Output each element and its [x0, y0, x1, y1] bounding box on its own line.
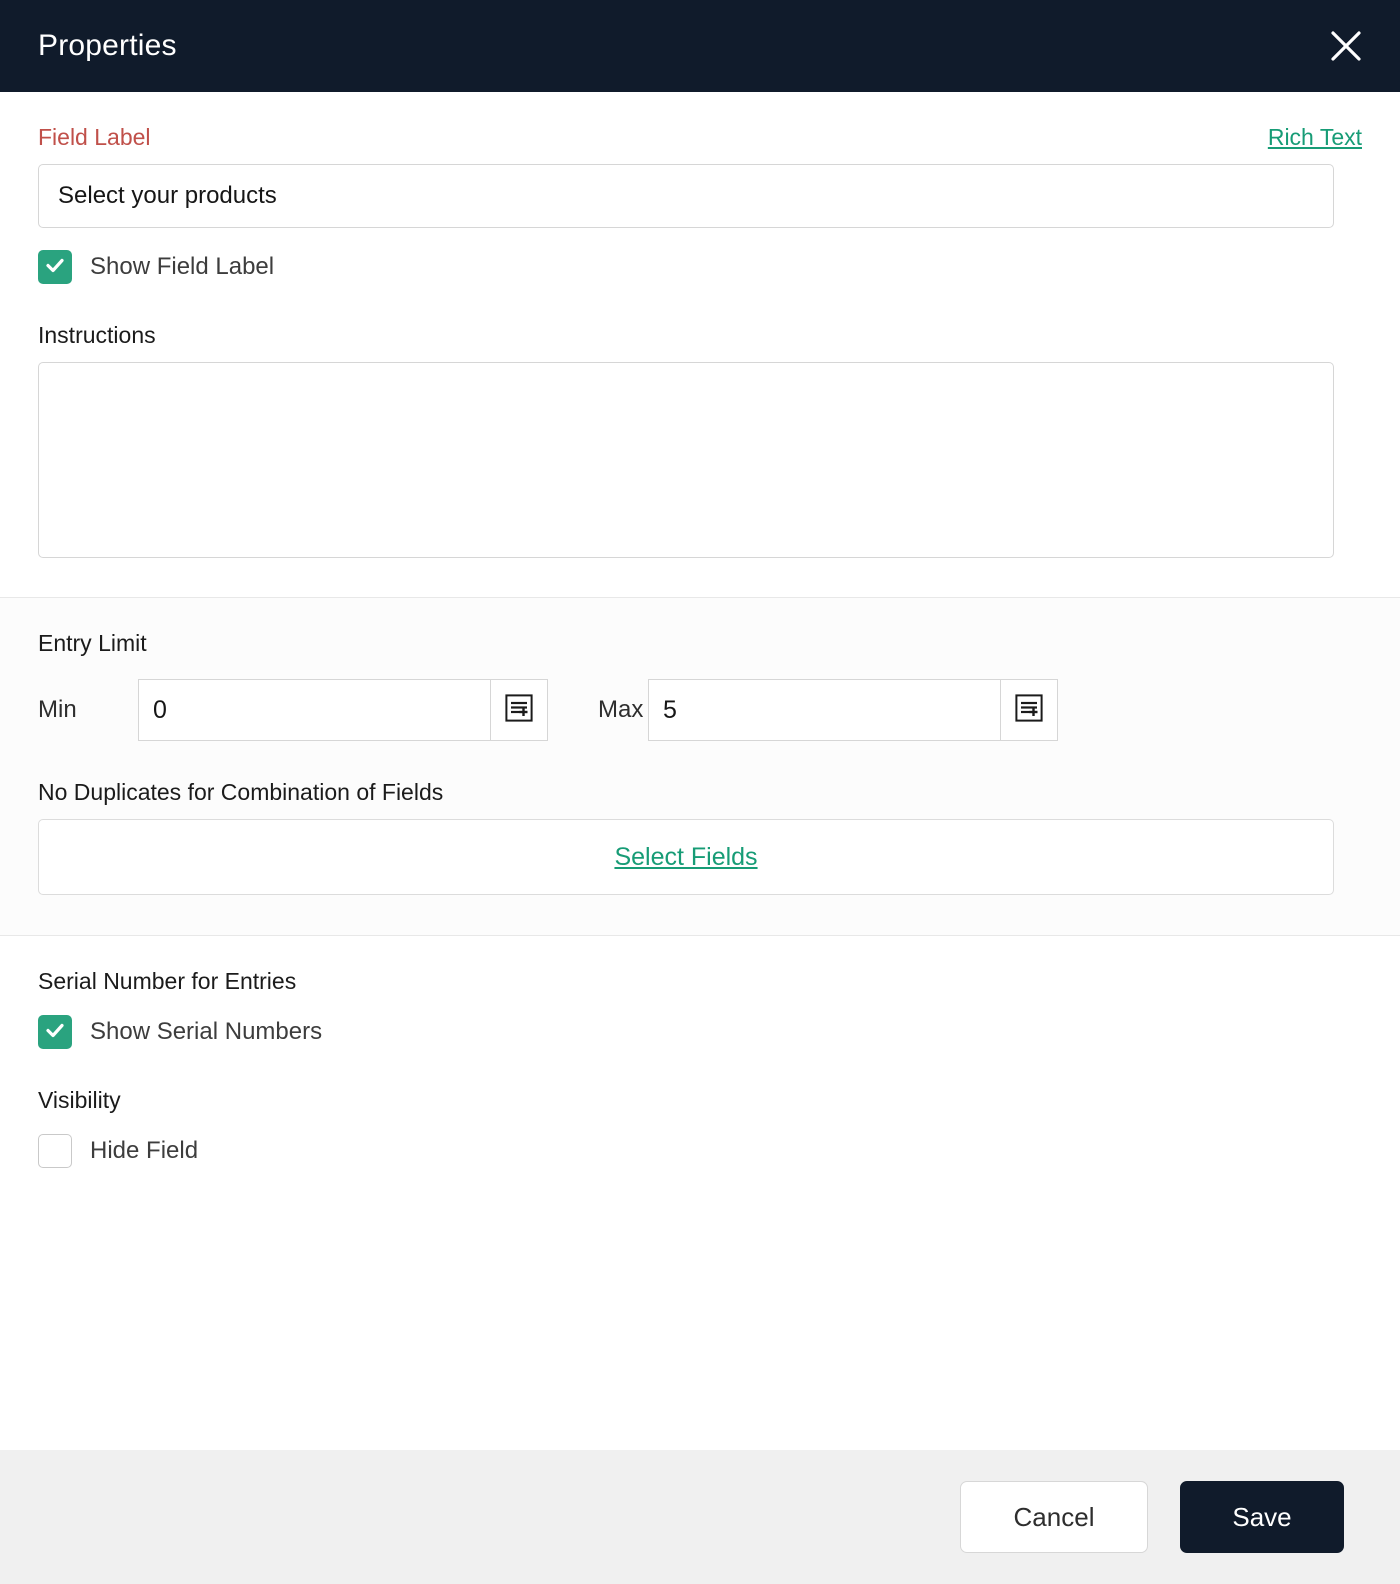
field-label-caption: Field Label [38, 124, 151, 150]
max-input[interactable] [648, 679, 1000, 741]
check-icon [44, 254, 66, 281]
hide-field-checkbox-row[interactable]: Hide Field [38, 1134, 198, 1168]
close-icon [1329, 29, 1363, 63]
min-input[interactable] [138, 679, 490, 741]
show-field-label-checkbox[interactable] [38, 250, 72, 284]
properties-dialog: Properties Field Label Rich Text Select … [0, 0, 1400, 1584]
show-serial-numbers-text: Show Serial Numbers [90, 1018, 323, 1045]
show-serial-numbers-checkbox[interactable] [38, 1015, 72, 1049]
rich-text-link[interactable]: Rich Text [1268, 126, 1362, 149]
entry-limit-controls: Min 0 Max 5 [38, 679, 1362, 741]
instructions-textarea[interactable] [38, 362, 1334, 558]
serial-visibility-section: Serial Number for Entries Show Serial Nu… [0, 936, 1400, 1168]
select-fields-link[interactable]: Select Fields [614, 844, 757, 870]
visibility-title: Visibility [38, 1087, 121, 1113]
max-label: Max [598, 696, 644, 723]
max-insert-field-button[interactable] [1000, 679, 1058, 741]
entry-limit-title: Entry Limit [38, 630, 147, 656]
show-field-label-checkbox-row[interactable]: Show Field Label [38, 250, 274, 284]
dialog-header: Properties [0, 0, 1400, 92]
cancel-button[interactable]: Cancel [960, 1481, 1148, 1553]
entry-limit-section: Entry Limit Min 0 Max 5 No Duplicates fo… [0, 597, 1400, 936]
insert-field-icon [1015, 693, 1043, 727]
show-field-label-text: Show Field Label [90, 253, 275, 280]
save-button[interactable]: Save [1180, 1481, 1344, 1553]
insert-field-icon [505, 693, 533, 727]
dialog-body: Field Label Rich Text Show Field Label I… [0, 92, 1400, 1450]
hide-field-checkbox[interactable] [38, 1134, 72, 1168]
min-label: Min [38, 696, 77, 723]
field-label-input[interactable] [38, 164, 1334, 228]
hide-field-text: Hide Field [90, 1137, 199, 1164]
no-duplicates-title: No Duplicates for Combination of Fields [38, 779, 444, 805]
dialog-footer: Cancel Save [0, 1450, 1400, 1584]
field-label-section: Field Label Rich Text Show Field Label I… [0, 92, 1400, 597]
show-serial-numbers-checkbox-row[interactable]: Show Serial Numbers [38, 1015, 322, 1049]
field-label-header-row: Field Label Rich Text [38, 92, 1362, 149]
instructions-caption: Instructions [38, 322, 156, 348]
close-button[interactable] [1320, 20, 1372, 72]
check-icon [44, 1019, 66, 1046]
page-title: Properties [38, 29, 177, 62]
min-stepper [138, 679, 548, 741]
select-fields-box[interactable]: Select Fields [38, 819, 1334, 895]
serial-number-title: Serial Number for Entries [38, 968, 297, 994]
max-stepper [648, 679, 1058, 741]
min-insert-field-button[interactable] [490, 679, 548, 741]
